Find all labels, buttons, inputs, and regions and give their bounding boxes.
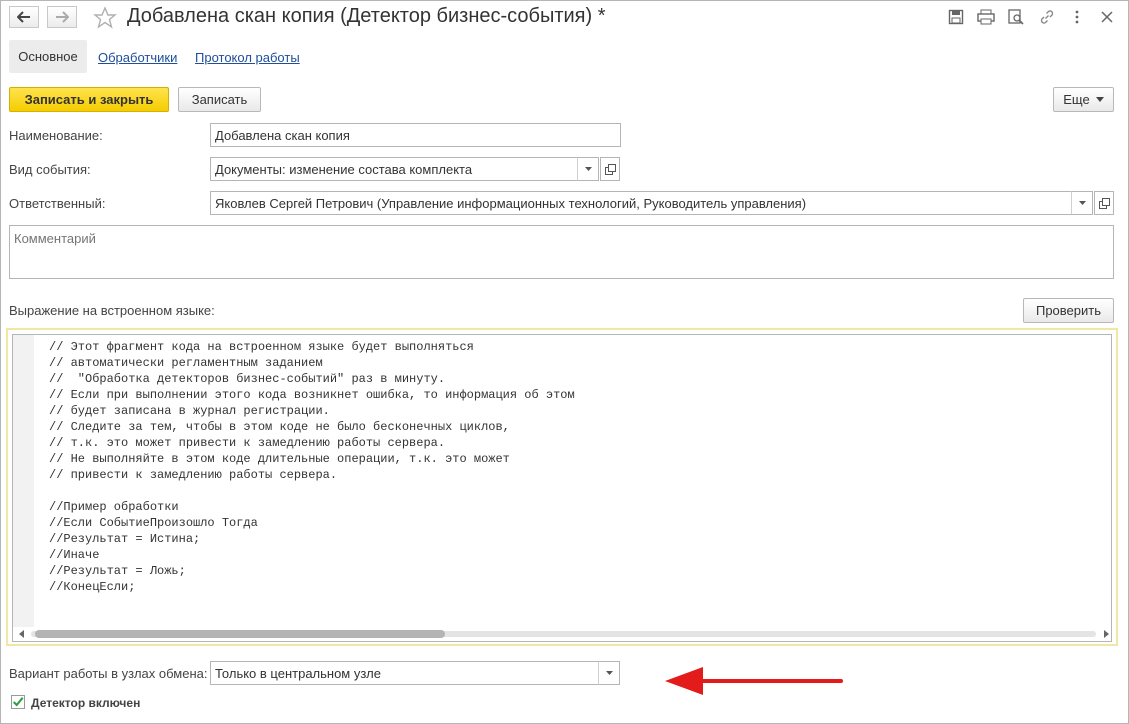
checkmark-icon xyxy=(12,697,24,707)
more-button[interactable]: Еще xyxy=(1053,87,1114,112)
arrow-left-icon xyxy=(17,11,30,23)
red-arrow-icon xyxy=(665,667,843,695)
code-editor[interactable]: // Этот фрагмент кода на встроенном язык… xyxy=(12,334,1112,642)
chevron-down-icon xyxy=(605,671,613,675)
back-button[interactable] xyxy=(9,6,39,28)
code-editor-frame: // Этот фрагмент кода на встроенном язык… xyxy=(6,328,1118,646)
favorite-star-icon[interactable] xyxy=(93,6,117,33)
event-type-dropdown-button[interactable] xyxy=(577,157,599,181)
close-icon[interactable] xyxy=(1098,8,1116,26)
event-type-open-button[interactable] xyxy=(600,157,620,181)
chevron-down-icon xyxy=(1095,97,1104,102)
open-window-icon xyxy=(1098,197,1110,209)
check-button[interactable]: Проверить xyxy=(1023,298,1114,323)
comment-textarea[interactable] xyxy=(9,225,1114,279)
name-field[interactable]: Добавлена скан копия xyxy=(210,123,621,147)
responsible-label: Ответственный: xyxy=(9,196,106,211)
save-and-close-button[interactable]: Записать и закрыть xyxy=(9,87,169,112)
code-gutter xyxy=(13,335,34,628)
event-type-label: Вид события: xyxy=(9,162,91,177)
horizontal-scrollbar[interactable] xyxy=(13,627,1111,641)
responsible-field[interactable]: Яковлев Сергей Петрович (Управление инфо… xyxy=(210,191,1072,215)
tab-work-log[interactable]: Протокол работы xyxy=(195,50,300,65)
forward-button[interactable] xyxy=(47,6,77,28)
exchange-mode-field[interactable]: Только в центральном узле xyxy=(210,661,600,685)
arrow-right-icon xyxy=(56,11,69,23)
tab-main[interactable]: Основное xyxy=(9,40,87,73)
responsible-dropdown-button[interactable] xyxy=(1071,191,1093,215)
name-label: Наименование: xyxy=(9,128,103,143)
print-icon[interactable] xyxy=(977,8,995,26)
code-text[interactable]: // Этот фрагмент кода на встроенном язык… xyxy=(49,339,575,595)
save-button[interactable]: Записать xyxy=(178,87,261,112)
open-window-icon xyxy=(604,163,616,175)
scroll-right-icon[interactable] xyxy=(1104,630,1109,638)
exchange-mode-label: Вариант работы в узлах обмена: xyxy=(9,666,208,681)
exchange-mode-dropdown-button[interactable] xyxy=(598,661,620,685)
save-icon[interactable] xyxy=(947,8,965,26)
event-type-field[interactable]: Документы: изменение состава комплекта xyxy=(210,157,578,181)
expression-label: Выражение на встроенном языке: xyxy=(9,303,215,318)
preview-icon[interactable] xyxy=(1007,8,1025,26)
tab-handlers[interactable]: Обработчики xyxy=(98,50,177,65)
detector-enabled-label[interactable]: Детектор включен xyxy=(31,696,140,710)
responsible-open-button[interactable] xyxy=(1094,191,1114,215)
scroll-left-icon[interactable] xyxy=(19,630,24,638)
more-actions-icon[interactable] xyxy=(1068,8,1086,26)
scrollbar-thumb[interactable] xyxy=(35,630,445,638)
chevron-down-icon xyxy=(584,167,592,171)
link-icon[interactable] xyxy=(1038,8,1056,26)
document-window: Добавлена скан копия (Детектор бизнес-со… xyxy=(0,0,1129,724)
more-button-label: Еще xyxy=(1063,92,1090,107)
detector-enabled-checkbox[interactable] xyxy=(11,695,25,709)
chevron-down-icon xyxy=(1078,201,1086,205)
window-title: Добавлена скан копия (Детектор бизнес-со… xyxy=(127,5,606,27)
